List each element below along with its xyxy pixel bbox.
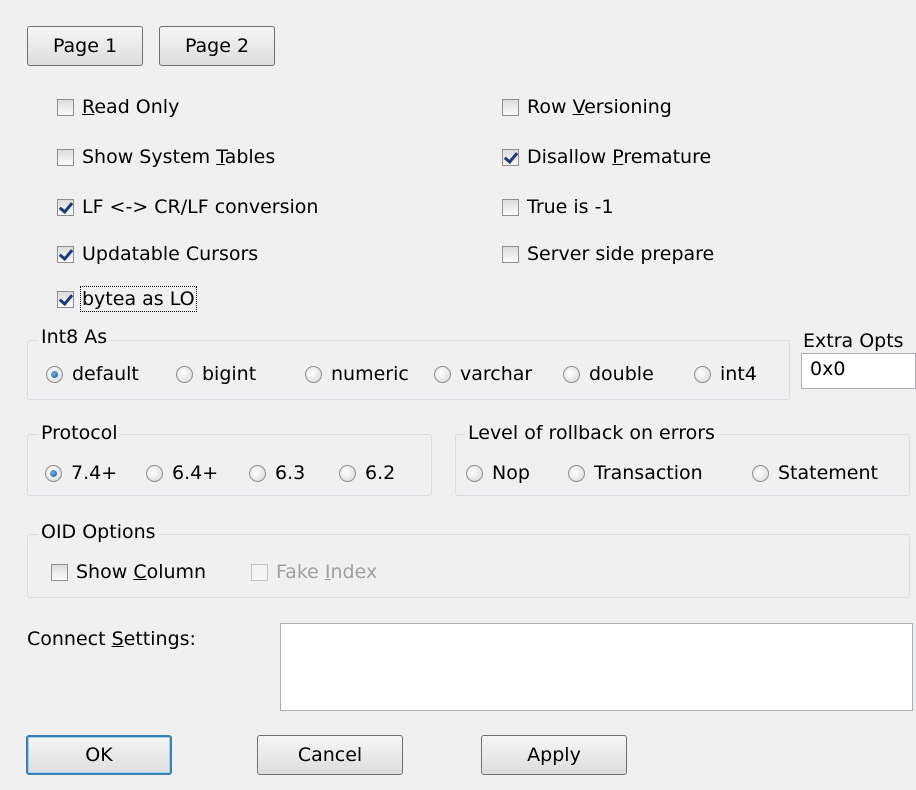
disallow-premature-label: Disallow Premature [527,146,712,168]
apply-button[interactable]: Apply [481,735,627,775]
rollback-transaction-radio-circle[interactable] [568,464,585,482]
page1-button[interactable]: Page 1 [27,26,143,66]
oid-options-legend: OID Options [38,521,159,543]
fake-index-label: Fake Index [276,561,378,583]
rollback-statement-radio[interactable]: Statement [752,462,878,484]
rollback-transaction-label: Transaction [594,462,703,484]
rollback-nop-label: Nop [492,462,530,484]
int8-numeric-radio[interactable]: numeric [305,363,409,385]
rollback-legend: Level of rollback on errors [465,422,718,444]
lf-conversion-checkbox[interactable]: LF <-> CR/LF conversion [57,196,318,218]
lf-conversion-label: LF <-> CR/LF conversion [82,196,319,218]
int8-numeric-label: numeric [331,363,409,385]
true-is-minus1-checkbox[interactable]: True is -1 [502,196,614,218]
protocol-6-2-label: 6.2 [365,462,396,484]
read-only-checkbox-box[interactable] [57,98,74,116]
read-only-label: Read Only [82,96,180,118]
read-only-checkbox[interactable]: Read Only [57,96,179,118]
ok-button[interactable]: OK [26,735,172,775]
int8-int4-radio-circle[interactable] [694,365,711,383]
int8-int4-label: int4 [720,363,757,385]
updatable-cursors-checkbox[interactable]: Updatable Cursors [57,243,258,265]
protocol-6-4-radio-circle[interactable] [146,464,163,482]
show-column-checkbox-box[interactable] [51,563,68,581]
protocol-6-4-radio[interactable]: 6.4+ [146,462,218,484]
int8-bigint-label: bigint [202,363,257,385]
show-system-tables-checkbox-box[interactable] [57,148,74,166]
int8-bigint-radio-circle[interactable] [176,365,193,383]
show-column-label: Show Column [76,561,207,583]
show-system-tables-checkbox[interactable]: Show System Tables [57,146,275,168]
int8-double-label: double [589,363,654,385]
true-is-minus1-label: True is -1 [527,196,614,218]
bytea-as-lo-label: bytea as LO [80,286,197,312]
connect-settings-label: Connect Settings: [27,628,196,650]
int8-default-radio-circle[interactable] [46,365,63,383]
extra-opts-input[interactable]: 0x0 [801,353,916,389]
server-side-prepare-label: Server side prepare [527,243,715,265]
int8-default-label: default [72,363,139,385]
updatable-cursors-checkbox-box[interactable] [57,245,74,263]
row-versioning-checkbox[interactable]: Row Versioning [502,96,672,118]
int8-varchar-label: varchar [460,363,533,385]
row-versioning-checkbox-box[interactable] [502,98,519,116]
protocol-6-3-radio[interactable]: 6.3 [249,462,305,484]
protocol-6-2-radio[interactable]: 6.2 [339,462,395,484]
extra-opts-label: Extra Opts [803,330,904,352]
true-is-minus1-checkbox-box[interactable] [502,198,519,216]
updatable-cursors-label: Updatable Cursors [82,243,259,265]
odbc-advanced-options-dialog: Page 1 Page 2 Read Only Show System Tabl… [0,0,916,790]
rollback-nop-radio[interactable]: Nop [466,462,530,484]
fake-index-checkbox-box [251,563,268,581]
int8-varchar-radio[interactable]: varchar [434,363,532,385]
server-side-prepare-checkbox-box[interactable] [502,245,519,263]
show-system-tables-label: Show System Tables [82,146,276,168]
int8-default-radio[interactable]: default [46,363,139,385]
protocol-legend: Protocol [38,422,121,444]
connect-settings-textarea[interactable] [280,623,913,711]
disallow-premature-checkbox[interactable]: Disallow Premature [502,146,711,168]
lf-conversion-checkbox-box[interactable] [57,198,74,216]
protocol-6-2-radio-circle[interactable] [339,464,356,482]
rollback-transaction-radio[interactable]: Transaction [568,462,703,484]
int8-double-radio[interactable]: double [563,363,654,385]
protocol-7-4-radio[interactable]: 7.4+ [45,462,117,484]
cancel-button[interactable]: Cancel [257,735,403,775]
protocol-7-4-label: 7.4+ [71,462,118,484]
fake-index-checkbox: Fake Index [251,561,377,583]
disallow-premature-checkbox-box[interactable] [502,148,519,166]
int8-as-legend: Int8 As [38,326,111,348]
protocol-6-3-radio-circle[interactable] [249,464,266,482]
protocol-7-4-radio-circle[interactable] [45,464,62,482]
protocol-6-3-label: 6.3 [275,462,306,484]
row-versioning-label: Row Versioning [527,96,672,118]
int8-numeric-radio-circle[interactable] [305,365,322,383]
rollback-statement-label: Statement [778,462,878,484]
protocol-6-4-label: 6.4+ [172,462,219,484]
int8-int4-radio[interactable]: int4 [694,363,757,385]
int8-bigint-radio[interactable]: bigint [176,363,256,385]
bytea-as-lo-checkbox[interactable]: bytea as LO [57,286,197,312]
int8-double-radio-circle[interactable] [563,365,580,383]
rollback-nop-radio-circle[interactable] [466,464,483,482]
show-column-checkbox[interactable]: Show Column [51,561,206,583]
bytea-as-lo-checkbox-box[interactable] [57,290,74,308]
int8-varchar-radio-circle[interactable] [434,365,451,383]
server-side-prepare-checkbox[interactable]: Server side prepare [502,243,714,265]
rollback-statement-radio-circle[interactable] [752,464,769,482]
page2-button[interactable]: Page 2 [159,26,275,66]
